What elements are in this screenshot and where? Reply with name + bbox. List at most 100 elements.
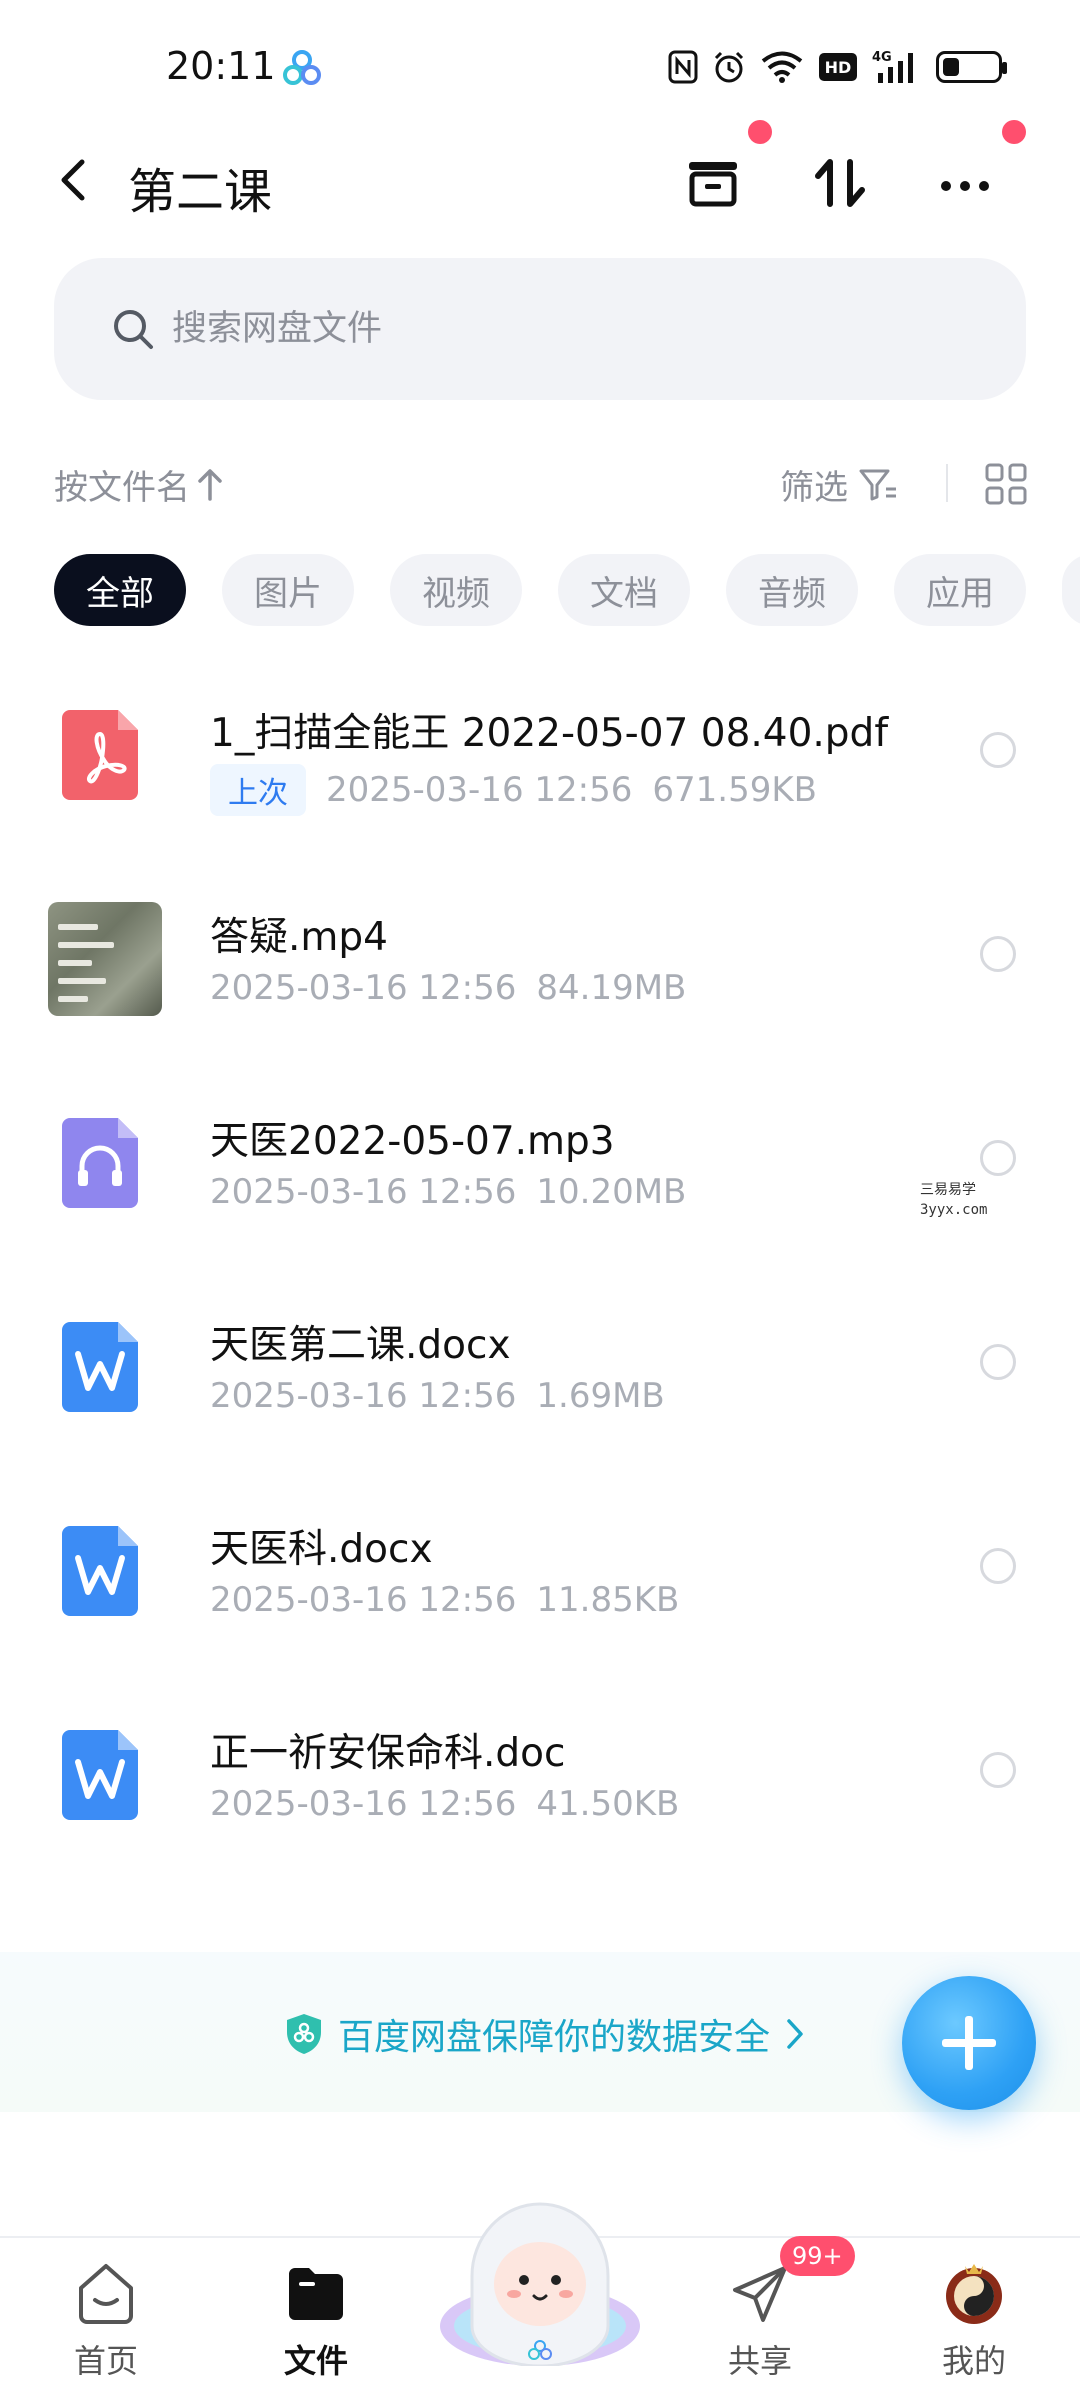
mascot-assistant-button[interactable] [432,2176,648,2366]
file-meta: 2025-03-16 12:56 11.85KB [210,1580,679,1620]
word-icon [62,1730,138,1820]
battery-icon [936,48,1007,86]
file-name: 天医科.docx [210,1527,433,1572]
file-meta: 上次 2025-03-16 12:56 671.59KB [210,764,817,816]
4g-signal-icon: 4G [872,48,922,86]
chip-more-partial[interactable] [1062,554,1080,626]
chip-all[interactable]: 全部 [54,554,186,626]
share-badge: 99+ [780,2236,855,2276]
file-name: 答疑.mp4 [210,915,388,960]
file-name: 天医2022-05-07.mp3 [210,1119,615,1164]
chip-audio[interactable]: 音频 [726,554,858,626]
filter-label: 筛选 [780,468,848,508]
file-size: 1.69MB [536,1376,665,1416]
status-bar: 20:11 HD 4G [0,0,1080,130]
file-date: 2025-03-16 12:56 [210,968,517,1008]
svg-text:4G: 4G [872,50,892,65]
file-row[interactable]: 天医科.docx 2025-03-16 12:56 11.85KB [0,1462,1080,1666]
chip-images[interactable]: 图片 [222,554,354,626]
category-filter-chips: 全部 图片 视频 文档 音频 应用 [54,554,1080,628]
chip-videos[interactable]: 视频 [390,554,522,626]
select-checkbox[interactable] [980,1548,1016,1584]
filter-button[interactable]: 筛选 [780,460,900,509]
back-button[interactable] [50,152,100,208]
file-name: 天医第二课.docx [210,1323,511,1368]
notification-dot [1002,120,1026,144]
notification-dot [748,120,772,144]
sort-filter-bar: 按文件名 筛选 [0,448,1080,518]
status-time: 20:11 [166,44,276,88]
file-row[interactable]: 天医第二课.docx 2025-03-16 12:56 1.69MB [0,1258,1080,1462]
file-date: 2025-03-16 12:56 [210,1172,517,1212]
file-date: 2025-03-16 12:56 [326,770,633,810]
select-checkbox[interactable] [980,732,1016,768]
archive-icon[interactable] [678,148,748,218]
watermark-line1: 三易易学 [920,1182,976,1198]
nav-share-label: 共享 [727,2342,792,2380]
arrow-up-icon [198,468,222,501]
watermark-line2: 3yyx.com [920,1202,988,1218]
alarm-icon [712,48,746,86]
wifi-icon [760,48,804,86]
folder-icon [289,2268,343,2320]
filter-icon [859,469,896,500]
nav-me[interactable]: 我的 [904,2258,1044,2398]
shield-icon [287,2014,321,2054]
chip-apps[interactable]: 应用 [894,554,1026,626]
sort-icon[interactable] [806,148,876,218]
chevron-right-icon [787,2019,803,2049]
file-size: 10.20MB [536,1172,687,1212]
video-thumbnail [48,902,162,1016]
file-date: 2025-03-16 12:56 [210,1784,517,1824]
pdf-icon [62,710,138,800]
audio-icon [62,1118,138,1208]
banner-text: 百度网盘保障你的数据安全 [338,2017,771,2058]
top-app-bar: 第二课 [0,120,1080,230]
nav-files[interactable]: 文件 [246,2258,386,2398]
select-checkbox[interactable] [980,1140,1016,1176]
file-date: 2025-03-16 12:56 [210,1580,517,1620]
svg-text:HD: HD [825,58,852,77]
file-row[interactable]: 天医2022-05-07.mp3 2025-03-16 12:56 10.20M… [0,1054,1080,1258]
nav-home[interactable]: 首页 [36,2258,176,2398]
divider [946,464,948,502]
word-icon [62,1322,138,1412]
search-bar[interactable] [54,258,1026,400]
search-icon [114,310,153,349]
last-opened-tag: 上次 [210,764,306,816]
page-title: 第二课 [128,164,273,220]
avatar [946,2264,1002,2324]
file-meta: 2025-03-16 12:56 1.69MB [210,1376,665,1416]
file-row[interactable]: 答疑.mp4 2025-03-16 12:56 84.19MB [0,850,1080,1054]
nav-share[interactable]: 共享 [690,2258,830,2398]
chip-documents[interactable]: 文档 [558,554,690,626]
watermark: 三易易学 3yyx.com [920,1180,987,1220]
add-button[interactable] [902,1976,1036,2110]
nav-home-label: 首页 [73,2342,138,2380]
word-icon [62,1526,138,1616]
file-size: 84.19MB [536,968,687,1008]
more-icon[interactable] [930,148,1000,218]
home-icon [79,2264,133,2324]
hd-icon: HD [818,48,858,86]
search-input[interactable] [172,298,932,360]
file-row[interactable]: 1_扫描全能王 2022-05-07 08.40.pdf 上次 2025-03-… [0,646,1080,850]
file-meta: 2025-03-16 12:56 84.19MB [210,968,686,1008]
nav-me-label: 我的 [941,2342,1006,2380]
nfc-icon [668,48,698,86]
select-checkbox[interactable] [980,936,1016,972]
file-date: 2025-03-16 12:56 [210,1376,517,1416]
select-checkbox[interactable] [980,1752,1016,1788]
nav-files-label: 文件 [283,2342,348,2380]
file-row[interactable]: 正一祈安保命科.doc 2025-03-16 12:56 41.50KB [0,1666,1080,1870]
file-size: 11.85KB [536,1580,680,1620]
baidu-netdisk-status-icon [283,50,321,85]
grid-view-icon[interactable] [984,462,1028,506]
file-size: 41.50KB [536,1784,680,1824]
select-checkbox[interactable] [980,1344,1016,1380]
sort-label: 按文件名 [54,468,190,508]
file-name: 正一祈安保命科.doc [210,1731,566,1776]
file-name: 1_扫描全能王 2022-05-07 08.40.pdf [210,711,889,756]
file-meta: 2025-03-16 12:56 41.50KB [210,1784,679,1824]
sort-by-name-button[interactable]: 按文件名 [54,460,224,509]
